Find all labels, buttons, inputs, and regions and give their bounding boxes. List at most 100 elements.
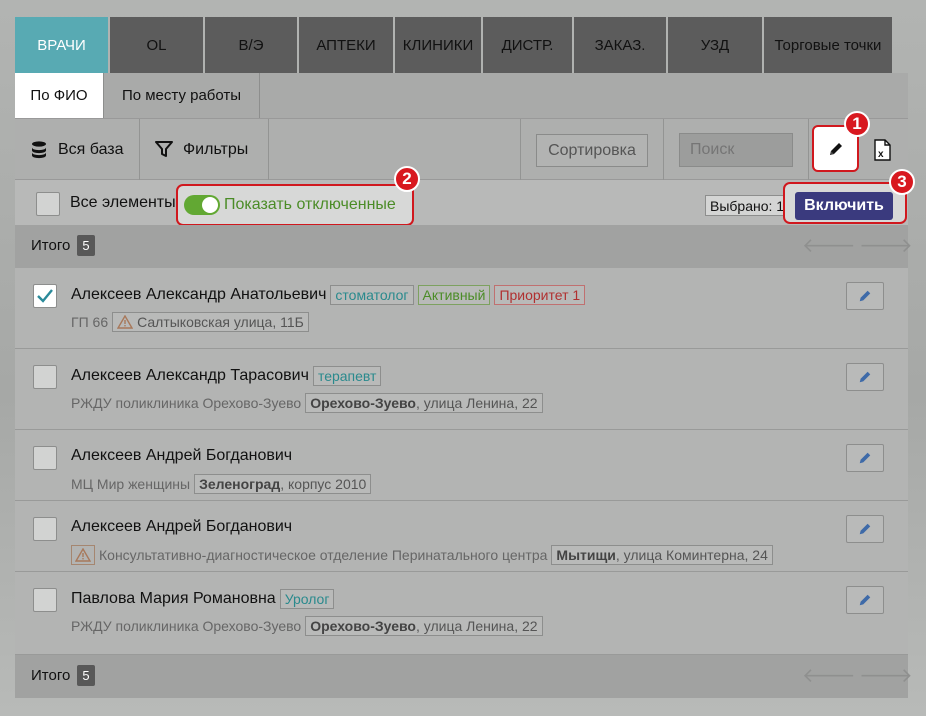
edit-doctor-button[interactable]: [846, 586, 884, 614]
main-tabs: ВРАЧИ OL В/Э АПТЕКИ КЛИНИКИ ДИСТР. ЗАКАЗ…: [15, 17, 908, 73]
sub-tabs: По ФИО По месту работы: [15, 73, 908, 118]
sort-button[interactable]: Сортировка: [536, 134, 648, 167]
workplace: РЖДУ поликлиника Орехово-Зуево: [71, 618, 302, 634]
tab-pharmacies[interactable]: АПТЕКИ: [299, 17, 393, 73]
list-item[interactable]: Алексеев Александр Тарасович терапевт РЖДУ…: [15, 349, 908, 430]
pencil-icon: [859, 371, 871, 383]
select-all-label: Все элементы: [70, 194, 176, 211]
list-item[interactable]: Алексеев Александр Анатольевич стоматолог…: [15, 268, 908, 349]
list-item[interactable]: Павлова Мария Романовна Уролог РЖДУ поликл…: [15, 572, 908, 655]
show-disabled-label: Показать отключенные: [224, 196, 396, 213]
tab-ve[interactable]: В/Э: [205, 17, 297, 73]
row-checkbox[interactable]: [33, 365, 57, 389]
check-icon: [37, 289, 53, 303]
address-tag: Орехово-Зуево, улица Ленина, 22: [305, 393, 543, 413]
arrow-right-icon[interactable]: 🡒: [859, 663, 913, 688]
workplace: Консультативно-диагностическое отделение…: [99, 547, 548, 563]
total-count: 5: [77, 665, 95, 686]
address-tag: Зеленоград, корпус 2010: [194, 474, 372, 494]
address: Салтыковская улица, 11Б: [137, 314, 304, 330]
doctor-name: Алексеев Андрей Богданович: [71, 447, 293, 464]
total-label: Итого: [31, 667, 71, 684]
show-disabled-highlight: Показать отключенные: [176, 184, 414, 226]
tab-uzd[interactable]: УЗД: [668, 17, 762, 73]
pencil-icon: [859, 594, 871, 606]
city: Орехово-Зуево: [310, 395, 416, 411]
address-tag: Салтыковская улица, 11Б: [112, 312, 309, 332]
show-disabled-toggle[interactable]: [184, 195, 220, 215]
doctor-name: Алексеев Александр Анатольевич: [71, 286, 327, 303]
row-checkbox[interactable]: [33, 588, 57, 612]
address: , улица Ленина, 22: [416, 618, 538, 634]
doctor-name: Павлова Мария Романовна: [71, 590, 276, 607]
tab-retail-points[interactable]: Торговые точки: [764, 17, 892, 73]
annotation-badge-3: 3: [889, 169, 915, 195]
workplace: РЖДУ поликлиника Орехово-Зуево: [71, 395, 302, 411]
tab-distributors[interactable]: ДИСТР.: [483, 17, 572, 73]
workplace: МЦ Мир женщины: [71, 476, 191, 492]
row-checkbox[interactable]: [33, 446, 57, 470]
filter-icon: [155, 141, 173, 157]
address-tag: Мытищи, улица Коминтерна, 24: [551, 545, 773, 565]
edit-doctor-button[interactable]: [846, 363, 884, 391]
svg-text:x: x: [878, 149, 884, 160]
tab-clinics[interactable]: КЛИНИКИ: [395, 17, 481, 73]
annotation-badge-1: 1: [844, 111, 870, 137]
tab-orders[interactable]: ЗАКАЗ.: [574, 17, 666, 73]
search-input[interactable]: [679, 133, 793, 167]
select-all-checkbox[interactable]: [36, 192, 60, 216]
status-tag: Активный: [417, 285, 491, 305]
subtab-by-name[interactable]: По ФИО: [15, 73, 104, 118]
divider: [808, 119, 809, 180]
city: Мытищи: [556, 547, 616, 563]
enable-highlight: Включить: [783, 182, 907, 224]
divider: [139, 119, 140, 180]
selected-count: Выбрано: 1: [705, 195, 790, 216]
selection-row: Все элементы Показать отключенные 2 Выбр…: [15, 166, 915, 226]
warning-icon: [71, 545, 95, 565]
filters-label: Фильтры: [183, 140, 249, 158]
pencil-icon: [829, 142, 842, 155]
list-item[interactable]: Алексеев Андрей Богданович Консультативно…: [15, 501, 908, 572]
specialty-tag: стоматолог: [330, 285, 414, 305]
arrow-right-icon[interactable]: 🡒: [859, 233, 913, 258]
address: , улица Коминтерна, 24: [615, 547, 768, 563]
row-checkbox[interactable]: [33, 517, 57, 541]
excel-export-icon[interactable]: x: [871, 139, 893, 161]
priority-tag: Приоритет 1: [494, 285, 586, 305]
address: , улица Ленина, 22: [416, 395, 538, 411]
total-bar-bottom: Итого 5 🡐 🡒: [15, 655, 913, 698]
address-tag: Орехово-Зуево, улица Ленина, 22: [305, 616, 543, 636]
row-checkbox[interactable]: [33, 284, 57, 308]
arrow-left-icon[interactable]: 🡐: [802, 663, 856, 688]
database-icon: [32, 140, 46, 158]
filters-button[interactable]: Фильтры: [155, 119, 248, 180]
list-item[interactable]: Алексеев Андрей Богданович МЦ Мир женщины…: [15, 430, 908, 501]
workplace: ГП 66: [71, 314, 109, 330]
annotation-badge-2: 2: [394, 166, 420, 192]
all-base-button[interactable]: Вся база: [31, 119, 124, 180]
tab-doctors[interactable]: ВРАЧИ: [15, 17, 108, 73]
doctors-panel: ВРАЧИ OL В/Э АПТЕКИ КЛИНИКИ ДИСТР. ЗАКАЗ…: [15, 0, 915, 700]
pencil-icon: [859, 290, 871, 302]
enable-button[interactable]: Включить: [795, 192, 893, 220]
edit-doctor-button[interactable]: [846, 282, 884, 310]
edit-doctor-button[interactable]: [846, 444, 884, 472]
city: Орехово-Зуево: [310, 618, 416, 634]
total-count: 5: [77, 235, 95, 256]
total-label: Итого: [31, 237, 71, 254]
all-base-label: Вся база: [58, 140, 124, 158]
edit-doctor-button[interactable]: [846, 515, 884, 543]
city: Зеленоград: [199, 476, 281, 492]
toolbar: Вся база Фильтры Сортировка 1 x: [15, 111, 908, 180]
arrow-left-icon[interactable]: 🡐: [802, 233, 856, 258]
tab-ol[interactable]: OL: [110, 17, 203, 73]
doctor-name: Алексеев Андрей Богданович: [71, 518, 293, 535]
pencil-icon: [859, 523, 871, 535]
subtab-by-workplace[interactable]: По месту работы: [104, 73, 260, 118]
pencil-icon: [859, 452, 871, 464]
divider: [268, 119, 269, 180]
doctor-name: Алексеев Александр Тарасович: [71, 367, 309, 384]
warning-icon: [117, 315, 134, 329]
divider: [663, 119, 664, 180]
